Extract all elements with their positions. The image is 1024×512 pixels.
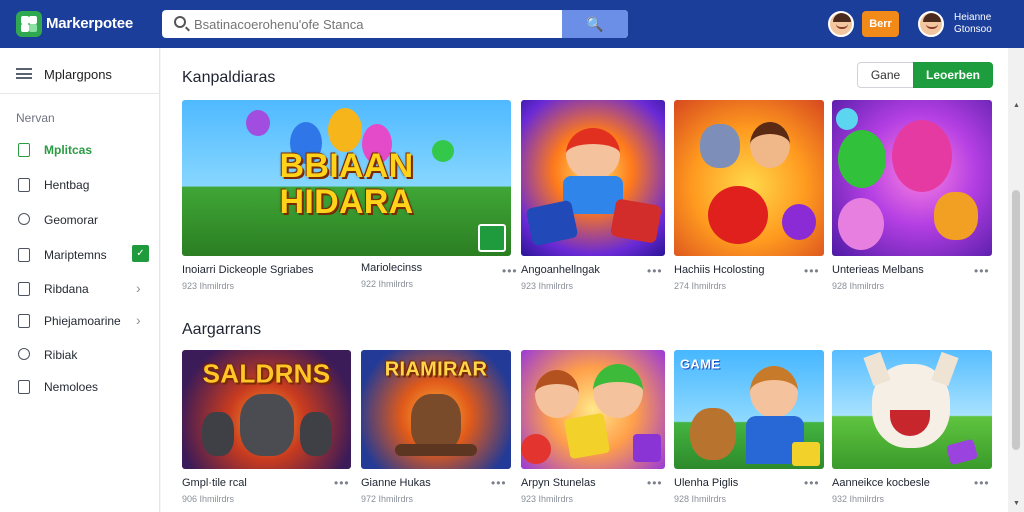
- search-button[interactable]: 🔍: [562, 10, 628, 38]
- list-icon: [18, 380, 30, 394]
- app-logo-icon[interactable]: [16, 11, 42, 37]
- game-thumbnail[interactable]: [832, 350, 992, 469]
- sidebar-item-label: Nemoloes: [44, 380, 99, 394]
- filter-button-games[interactable]: Gane: [857, 62, 914, 88]
- game-name: Gianne Hukas: [361, 477, 431, 489]
- sidebar-item-8[interactable]: Nemoloes: [0, 373, 160, 401]
- app-brand[interactable]: Markerpotee: [46, 15, 133, 32]
- game-meta: 922 Ihmilrdrs: [361, 279, 414, 289]
- game-name: Gmpl·tile rcal: [182, 477, 247, 489]
- game-thumbnail-title: GAME: [680, 356, 721, 372]
- user-icon: [18, 213, 30, 225]
- sidebar-item-label: Mariptemns: [44, 248, 107, 262]
- section-title-popular: Kanpaldiaras: [182, 69, 276, 86]
- search-input[interactable]: [194, 10, 554, 38]
- game-thumbnail[interactable]: RIAMIRAR: [361, 350, 511, 469]
- game-meta: 274 Ihmilrdrs: [674, 281, 727, 291]
- user-subtitle: Gtonsoo: [954, 24, 992, 35]
- scrollbar-thumb[interactable]: [1012, 190, 1020, 450]
- user-info[interactable]: Heianne Gtonsoo: [954, 12, 992, 36]
- sidebar-item-label: Geomorar: [44, 213, 99, 227]
- profile-avatar[interactable]: [828, 11, 854, 37]
- top-bar: Markerpotee 🔍 Berr Heianne Gtonsoo: [0, 0, 1024, 48]
- user-avatar[interactable]: [918, 11, 944, 37]
- game-name: Mariolecinss: [361, 262, 423, 274]
- sidebar-item-3[interactable]: Geomorar: [0, 206, 160, 234]
- game-name: Aanneikce kocbesle: [832, 477, 930, 489]
- game-thumbnail[interactable]: [521, 100, 665, 256]
- game-thumbnail[interactable]: GAME: [674, 350, 824, 469]
- chevron-right-icon: ›: [136, 280, 141, 296]
- sidebar-item-2[interactable]: Hentbag: [0, 171, 160, 199]
- more-options-icon[interactable]: •••: [974, 476, 990, 490]
- tag-icon: [18, 348, 30, 360]
- game-meta: 906 Ihmilrdrs: [182, 494, 235, 504]
- game-meta: 928 Ihmilrdrs: [674, 494, 727, 504]
- filter-button-leaders[interactable]: Leoerben: [913, 62, 993, 88]
- game-meta: 923 Ihmilrdrs: [521, 494, 574, 504]
- sidebar-item-5[interactable]: Ribdana ›: [0, 275, 160, 303]
- menu-icon[interactable]: [16, 68, 32, 79]
- sidebar-divider: [0, 93, 160, 94]
- game-thumbnail[interactable]: [521, 350, 665, 469]
- sidebar-item-6[interactable]: Phiejamoarine ›: [0, 307, 160, 335]
- game-name: Angoanhellngak: [521, 264, 600, 276]
- game-name: Arpyn Stunelas: [521, 477, 596, 489]
- folder-icon: [18, 282, 30, 296]
- game-meta: 928 Ihmilrdrs: [832, 281, 885, 291]
- main-content: Kanpaldiaras Gane Leoerben BBIAAN HIDARA…: [161, 48, 1011, 512]
- game-thumbnail-title: RIAMIRAR: [384, 358, 488, 381]
- sidebar-title: Mplargpons: [44, 67, 112, 82]
- chevron-right-icon: ›: [136, 312, 141, 328]
- search-bar: 🔍: [162, 10, 628, 38]
- more-options-icon[interactable]: •••: [491, 476, 507, 490]
- sidebar: Mplargpons Nervan Mplitcas Hentbag Geomo…: [0, 48, 160, 512]
- more-options-icon[interactable]: •••: [334, 476, 350, 490]
- game-name: Hachiis Hcolosting: [674, 264, 765, 276]
- more-options-icon[interactable]: •••: [974, 264, 990, 278]
- sidebar-item-1[interactable]: Mplitcas: [0, 136, 160, 164]
- scroll-down-icon[interactable]: ▼: [1013, 500, 1020, 507]
- document-icon: [18, 143, 30, 157]
- vertical-scrollbar[interactable]: ▲ ▼: [1008, 48, 1024, 512]
- more-options-icon[interactable]: •••: [647, 476, 663, 490]
- sidebar-item-label: Ribdana: [44, 282, 89, 296]
- game-thumbnail[interactable]: [832, 100, 992, 256]
- user-name: Heianne: [954, 12, 992, 23]
- image-icon: [18, 248, 30, 262]
- more-options-icon[interactable]: •••: [804, 476, 820, 490]
- search-icon: [174, 16, 186, 28]
- more-options-icon[interactable]: •••: [502, 264, 518, 278]
- game-thumbnail[interactable]: SALDRNS: [182, 350, 351, 469]
- game-meta: 932 Ihmilrdrs: [832, 494, 885, 504]
- game-meta: 923 Ihmilrdrs: [182, 281, 235, 291]
- sidebar-item-7[interactable]: Ribiak: [0, 341, 160, 369]
- edit-icon: [18, 314, 30, 328]
- game-meta: 972 Ihmilrdrs: [361, 494, 414, 504]
- sidebar-item-label: Ribiak: [44, 348, 78, 362]
- section-title-recommended: Aargarrans: [182, 321, 262, 338]
- order-button[interactable]: Berr: [862, 11, 899, 37]
- check-badge: ✓: [132, 245, 149, 262]
- game-name: Inoiarri Dickeople Sgriabes: [182, 264, 314, 276]
- game-thumbnail[interactable]: BBIAAN HIDARA: [182, 100, 511, 256]
- game-thumbnail-title: BBIAAN HIDARA: [279, 147, 414, 222]
- sidebar-item-4[interactable]: Mariptemns ✓: [0, 241, 160, 269]
- sidebar-item-label: Mplitcas: [44, 143, 93, 157]
- game-name: Unterieas Melbans: [832, 264, 924, 276]
- sidebar-section-title: Nervan: [16, 111, 55, 125]
- more-options-icon[interactable]: •••: [804, 264, 820, 278]
- game-meta: 923 Ihmilrdrs: [521, 281, 574, 291]
- sidebar-item-label: Hentbag: [44, 178, 90, 192]
- bag-icon: [18, 178, 30, 192]
- scroll-up-icon[interactable]: ▲: [1013, 102, 1020, 109]
- more-options-icon[interactable]: •••: [647, 264, 663, 278]
- game-thumbnail-title: SALDRNS: [202, 358, 331, 389]
- game-name: Ulenha Piglis: [674, 477, 739, 489]
- sidebar-item-label: Phiejamoarine: [44, 314, 121, 328]
- game-thumbnail[interactable]: [674, 100, 824, 256]
